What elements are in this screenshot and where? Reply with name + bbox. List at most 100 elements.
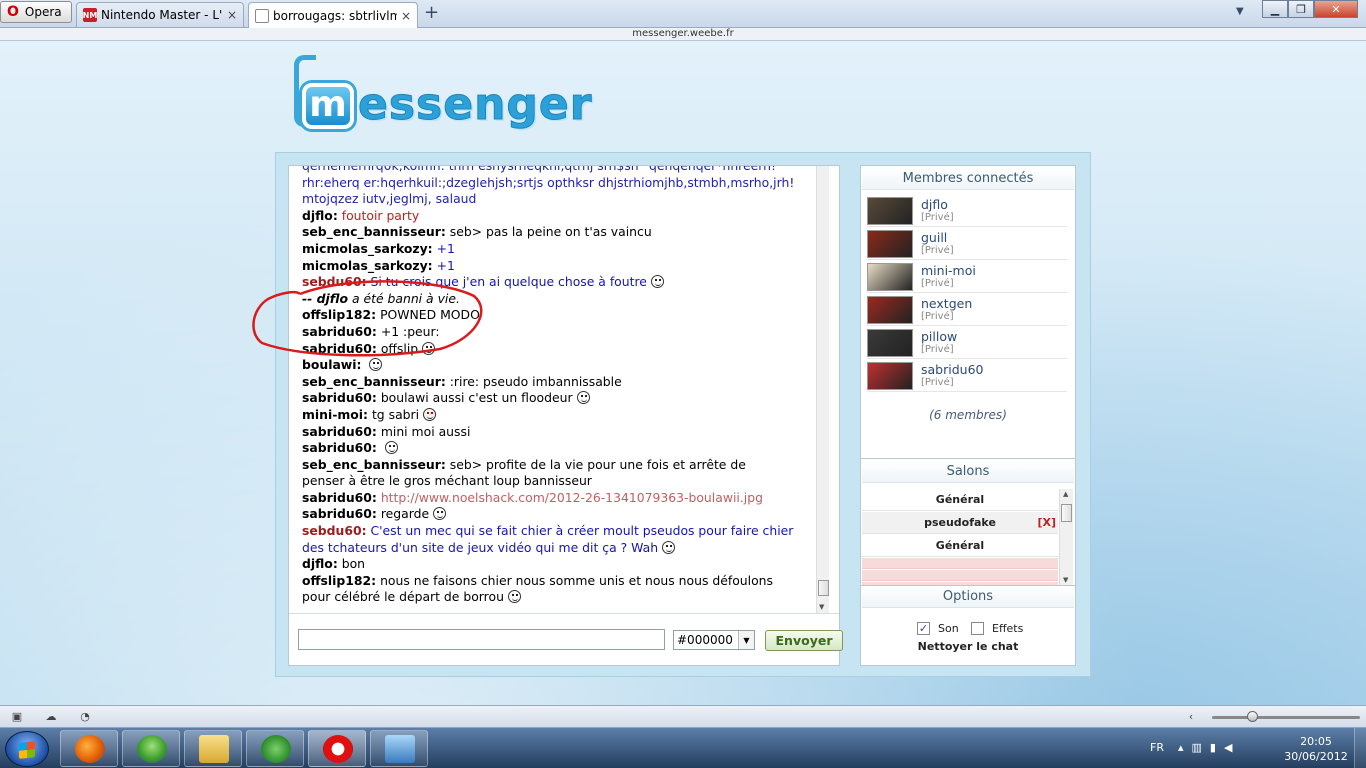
taskbar-utorrent[interactable] [246,730,304,767]
message-scrollbar[interactable]: ▼ [816,166,829,613]
private-chat-link[interactable]: [Privé] [921,344,954,355]
zoom-slider[interactable] [1212,716,1360,719]
private-chat-link[interactable]: [Privé] [921,278,954,289]
scrollbar-thumb[interactable] [1061,504,1072,522]
member-name[interactable]: nextgen [921,296,972,311]
member-name[interactable]: pillow [921,329,957,344]
minimize-button[interactable]: ▁ [1262,0,1288,18]
clear-chat-link[interactable]: Nettoyer le chat [861,640,1075,653]
leave-room-button[interactable]: [X] [1037,512,1056,534]
message-nick[interactable]: seb_enc_bannisseur: [302,374,446,389]
member-item[interactable]: nextgen [Privé] [867,294,1067,326]
smiley-icon [422,341,436,355]
tray-icons[interactable]: ▴▥▮◀ [1178,741,1240,754]
message-nick[interactable]: micmolas_sarkozy: [302,258,433,273]
member-name[interactable]: guill [921,230,947,245]
message-input[interactable] [298,629,665,650]
start-button[interactable] [5,731,49,767]
close-icon[interactable]: × [227,8,237,22]
taskbar-opera[interactable] [308,730,366,767]
tab-nintendo-master[interactable]: NM Nintendo Master - L'ac... × [76,2,244,27]
scroll-down-arrow-icon[interactable]: ▼ [1063,576,1068,584]
message-nick[interactable]: sebdu60: [302,523,367,538]
message-nick[interactable]: sabridu60: [302,440,377,455]
scrollbar-thumb[interactable] [818,580,829,596]
member-item[interactable]: djflo [Privé] [867,195,1067,227]
opera-menu-button[interactable]: O Opera [0,1,72,23]
private-chat-link[interactable]: [Privé] [921,245,954,256]
avatar[interactable] [867,197,913,225]
effects-checkbox[interactable] [971,622,984,635]
clock-date[interactable]: 30/06/2012 [1280,750,1352,763]
message-nick[interactable]: djflo: [302,208,338,223]
chevron-down-icon[interactable]: ▼ [738,631,754,649]
address-bar[interactable]: messenger.weebe.fr [0,28,1366,41]
speed-dial-icon[interactable]: ◔ [78,710,92,723]
message-link[interactable]: http://www.noelshack.com/2012-26-1341079… [381,490,763,505]
chat-message: djflo: bon [302,556,814,573]
avatar[interactable] [867,329,913,357]
avatar[interactable] [867,263,913,291]
taskbar-messenger[interactable] [122,730,180,767]
zoom-slider-thumb[interactable] [1247,711,1258,722]
option-effects[interactable]: Effets [971,622,1023,635]
message-nick[interactable]: sabridu60: [302,390,377,405]
message-nick[interactable]: seb_enc_bannisseur: [302,224,446,239]
room-item[interactable]: Général [862,489,1058,511]
private-chat-link[interactable]: [Privé] [921,311,954,322]
maximize-button[interactable]: ❐ [1288,0,1314,18]
message-nick[interactable]: sabridu60: [302,506,377,521]
room-item[interactable]: pseudofake [X] [862,512,1058,534]
message-nick[interactable]: sabridu60: [302,341,377,356]
taskbar-photo-viewer[interactable] [370,730,428,767]
scroll-down-arrow-icon[interactable]: ▼ [819,603,824,611]
page-content: m essenger qerherherhrq0k;koimh: thrh es… [0,41,1366,705]
message-nick[interactable]: sabridu60: [302,424,377,439]
message-nick[interactable]: sabridu60: [302,324,377,339]
message-nick[interactable]: seb_enc_bannisseur: [302,457,446,472]
message-nick[interactable]: offslip182: [302,307,376,322]
tab-messenger[interactable]: borrougags: sbtrlivlmie... × [248,2,418,28]
zoom-out-icon[interactable]: ‹ [1184,710,1198,723]
panel-toggle-icon[interactable]: ▣ [10,710,24,723]
language-indicator[interactable]: FR [1150,741,1164,754]
option-sound[interactable]: ✓ Son [917,622,959,635]
member-item[interactable]: guill [Privé] [867,228,1067,260]
member-item[interactable]: pillow [Privé] [867,327,1067,359]
new-tab-button[interactable]: + [424,4,439,22]
clock-time[interactable]: 20:05 [1296,735,1336,748]
room-empty-slot [862,558,1058,569]
color-select[interactable]: #000000 ▼ [673,630,755,650]
member-name[interactable]: djflo [921,197,948,212]
send-button[interactable]: Envoyer [765,630,843,651]
message-nick[interactable]: -- djflo [302,291,348,306]
rooms-scrollbar[interactable]: ▲ ▼ [1059,489,1073,585]
message-nick[interactable]: sebdu60: [302,274,367,289]
message-nick[interactable]: boulawi: [302,357,361,372]
member-name[interactable]: sabridu60 [921,362,983,377]
cloud-icon[interactable]: ☁ [44,710,58,723]
private-chat-link[interactable]: [Privé] [921,212,954,223]
avatar[interactable] [867,362,913,390]
message-nick[interactable]: micmolas_sarkozy: [302,241,433,256]
taskbar-explorer[interactable] [184,730,242,767]
room-item[interactable]: Général [862,535,1058,557]
tab-list-chevron-icon[interactable]: ▼ [1236,6,1244,17]
member-item[interactable]: mini-moi [Privé] [867,261,1067,293]
message-nick[interactable]: offslip182: [302,573,376,588]
sound-checkbox[interactable]: ✓ [917,622,930,635]
message-nick[interactable]: djflo: [302,556,338,571]
close-icon[interactable]: × [401,9,411,23]
window-close-button[interactable]: ✕ [1314,0,1358,18]
message-nick[interactable]: mini-moi: [302,407,368,422]
scroll-up-arrow-icon[interactable]: ▲ [1063,490,1068,498]
private-chat-link[interactable]: [Privé] [921,377,954,388]
avatar[interactable] [867,296,913,324]
member-item[interactable]: sabridu60 [Privé] [867,360,1067,392]
avatar[interactable] [867,230,913,258]
message-text: offslip [380,340,419,356]
taskbar-firefox[interactable] [60,730,118,767]
show-desktop-button[interactable] [1354,728,1366,768]
message-nick[interactable]: sabridu60: [302,490,377,505]
member-name[interactable]: mini-moi [921,263,976,278]
